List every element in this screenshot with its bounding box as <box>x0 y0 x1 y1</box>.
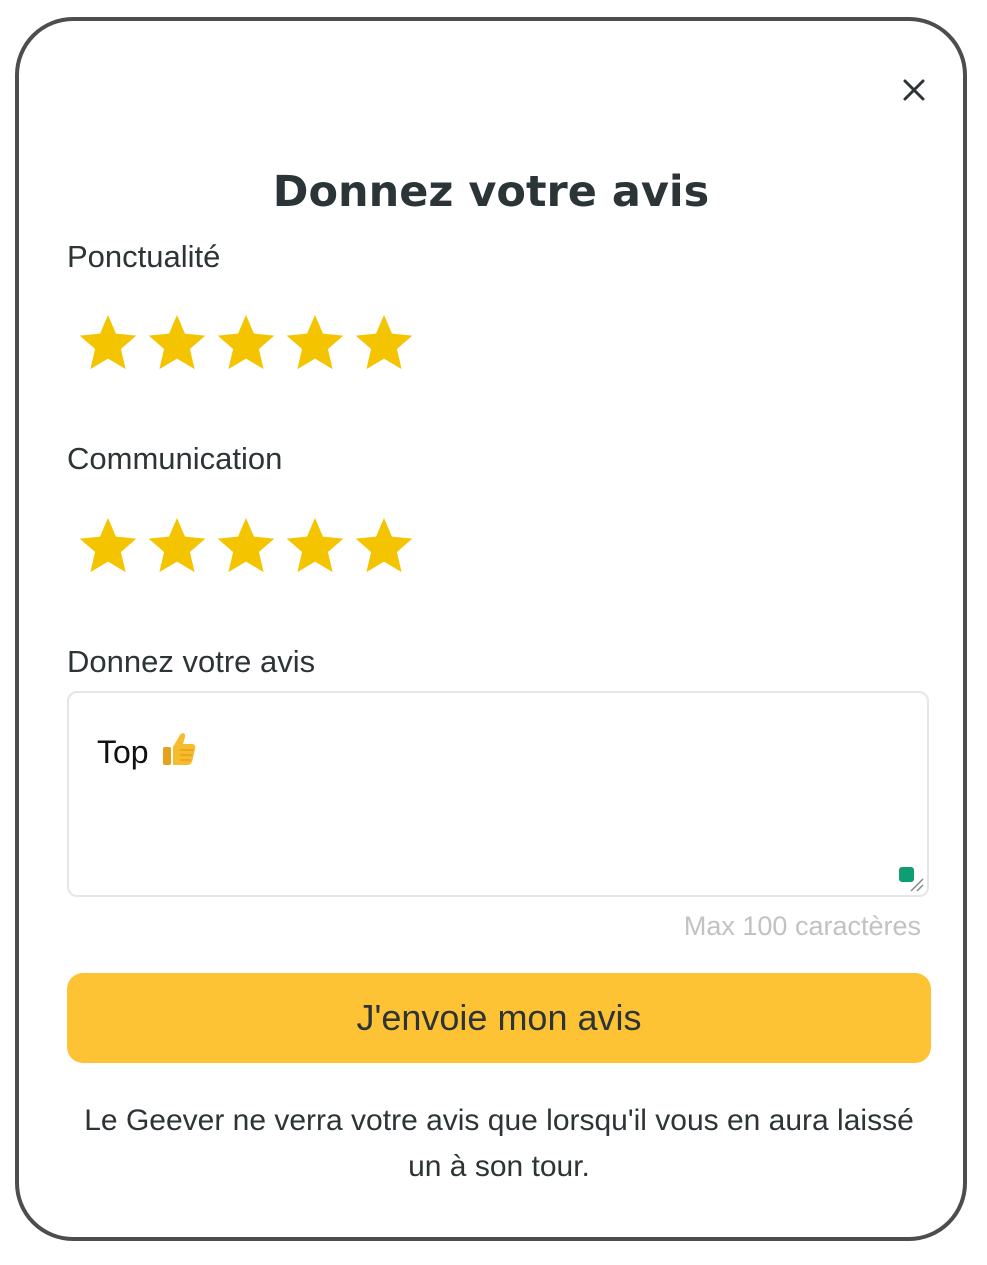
star-5[interactable] <box>351 510 420 582</box>
close-button[interactable] <box>897 73 931 107</box>
rating-label-punctuality: Ponctualité <box>67 239 221 274</box>
star-icon <box>79 517 137 573</box>
star-icon <box>217 314 275 370</box>
star-icon <box>286 517 344 573</box>
star-4[interactable] <box>282 510 351 582</box>
review-text: Top <box>97 729 199 778</box>
star-icon <box>355 314 413 370</box>
star-1[interactable] <box>75 510 144 582</box>
star-3[interactable] <box>213 307 282 379</box>
star-icon <box>79 314 137 370</box>
star-2[interactable] <box>144 307 213 379</box>
modal-title: Donnez votre avis <box>272 167 710 217</box>
star-4[interactable] <box>282 307 351 379</box>
star-icon <box>148 314 206 370</box>
star-5[interactable] <box>351 307 420 379</box>
review-modal: Donnez votre avis Ponctualité Communicat… <box>15 17 967 1241</box>
rating-stars-punctuality <box>75 307 420 379</box>
rating-label-communication: Communication <box>67 441 283 476</box>
rating-stars-communication <box>75 510 420 582</box>
close-icon <box>903 79 925 101</box>
star-icon <box>217 517 275 573</box>
review-value: Top <box>97 734 149 770</box>
footnote-text: Le Geever ne verra votre avis que lorsqu… <box>84 1104 914 1183</box>
submit-review-button[interactable]: J'envoie mon avis <box>67 973 931 1063</box>
review-label: Donnez votre avis <box>67 644 316 679</box>
star-1[interactable] <box>75 307 144 379</box>
star-icon <box>286 314 344 370</box>
thumbs-up-icon <box>159 729 199 778</box>
star-3[interactable] <box>213 510 282 582</box>
resize-handle-icon[interactable] <box>897 865 925 893</box>
char-limit-hint: Max 100 caractères <box>683 911 921 941</box>
star-2[interactable] <box>144 510 213 582</box>
star-icon <box>148 517 206 573</box>
review-textarea[interactable]: Top <box>67 691 929 897</box>
star-icon <box>355 517 413 573</box>
